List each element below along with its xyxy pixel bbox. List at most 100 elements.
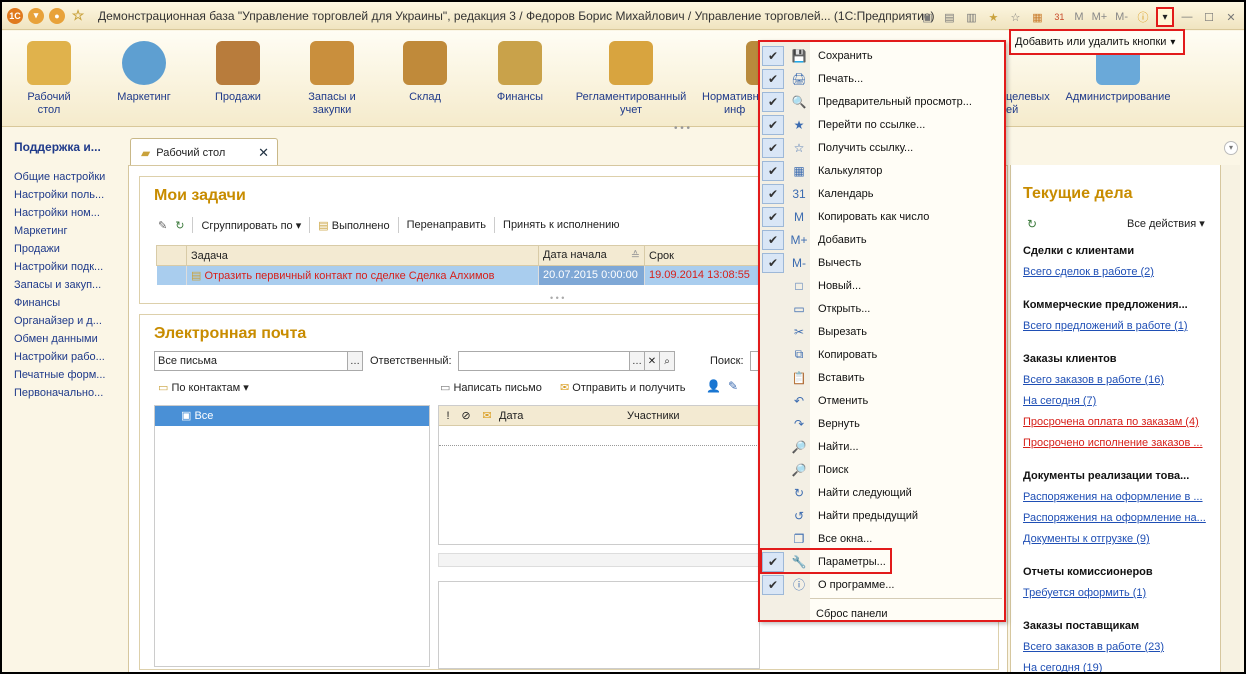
section-sales[interactable]: Продажи: [206, 41, 270, 104]
checkbox[interactable]: ✔: [762, 160, 784, 181]
menu-item[interactable]: 📋 Вставить: [760, 366, 1004, 389]
nav-item[interactable]: Печатные форм...: [6, 366, 118, 384]
checkbox[interactable]: ✔: [762, 229, 784, 250]
menu-item[interactable]: ✔ ▦ Калькулятор: [760, 159, 1004, 182]
responsible-field[interactable]: [458, 351, 630, 371]
minimize-button[interactable]: —: [1178, 8, 1196, 26]
sections-more-dots[interactable]: • • •: [674, 123, 690, 134]
menu-item[interactable]: 🔎 Найти...: [760, 435, 1004, 458]
menu-item[interactable]: ✔ 31 Календарь: [760, 182, 1004, 205]
maximize-button[interactable]: ☐: [1200, 8, 1218, 26]
menu-item[interactable]: ✔ M- Вычесть: [760, 251, 1004, 274]
collapse-icon[interactable]: ▾: [1224, 141, 1238, 155]
filter-select-button[interactable]: …: [347, 351, 363, 371]
memory-plus-button[interactable]: M+: [1092, 11, 1108, 23]
menu-item[interactable]: ✔ 🖨 Печать...: [760, 67, 1004, 90]
calendar-icon[interactable]: 31: [1050, 8, 1068, 26]
table-row[interactable]: ▤ Отразить первичный контакт по сделке С…: [156, 265, 760, 285]
checkbox[interactable]: [762, 483, 784, 503]
user-icon[interactable]: 👤: [706, 379, 721, 393]
current-link[interactable]: Распоряжения на оформление в ...: [1023, 491, 1203, 503]
menu-item-reset-panel[interactable]: Сброс панели: [760, 602, 1004, 625]
favorites-star-icon[interactable]: ☆: [70, 7, 86, 24]
column-participants[interactable]: Участники: [627, 410, 680, 422]
send-receive-button[interactable]: ✉ Отправить и получить: [560, 381, 685, 394]
close-icon[interactable]: ✕: [258, 145, 269, 161]
current-link[interactable]: На сегодня (19): [1023, 662, 1102, 672]
menu-item[interactable]: ✔ ☆ Получить ссылку...: [760, 136, 1004, 159]
attachment-icon[interactable]: ⊘: [457, 409, 475, 422]
calculator-icon[interactable]: ▦: [1028, 8, 1046, 26]
current-link[interactable]: Требуется оформить (1): [1023, 587, 1146, 599]
close-button[interactable]: ✕: [1222, 8, 1240, 26]
nav-item[interactable]: Общие настройки: [6, 168, 118, 186]
menu-item[interactable]: □ Новый...: [760, 274, 1004, 297]
column-due[interactable]: Срок: [644, 245, 760, 266]
menu-item[interactable]: ✔ ⓘ О программе...: [760, 573, 1004, 596]
menu-item[interactable]: ↻ Найти следующий: [760, 481, 1004, 504]
tab-desktop[interactable]: ▰ Рабочий стол ✕: [130, 138, 278, 166]
checkbox[interactable]: ✔: [762, 183, 784, 204]
nav-item[interactable]: Настройки ном...: [6, 204, 118, 222]
history-icon[interactable]: ●: [49, 7, 65, 24]
section-reference-info[interactable]: Нормативн инф: [702, 41, 758, 117]
section-regulated-accounting[interactable]: Регламентированный учет: [572, 41, 690, 117]
checkbox[interactable]: [762, 299, 784, 319]
menu-item[interactable]: ✔ 🔍 Предварительный просмотр...: [760, 90, 1004, 113]
by-contacts-button[interactable]: ▭ По контактам ▾: [158, 381, 249, 394]
print-icon[interactable]: ▤: [940, 8, 958, 26]
nav-item[interactable]: Настройки подк...: [6, 258, 118, 276]
checkbox[interactable]: [762, 414, 784, 434]
section-stock-purchases[interactable]: Запасы и закупки: [300, 41, 364, 117]
current-link[interactable]: Просрочена оплата по заказам (4): [1023, 416, 1199, 428]
app-logo-icon[interactable]: 1С: [7, 7, 23, 24]
memory-m-button[interactable]: M: [1074, 11, 1083, 23]
vertical-scrollbar[interactable]: ▾: [1220, 141, 1240, 672]
list-item[interactable]: [439, 426, 759, 446]
checkbox[interactable]: [762, 345, 784, 365]
section-finance[interactable]: Финансы: [488, 41, 552, 104]
nav-item[interactable]: Настройки рабо...: [6, 348, 118, 366]
main-menu-icon[interactable]: ▾: [28, 7, 44, 24]
nav-item[interactable]: Финансы: [6, 294, 118, 312]
nav-item[interactable]: Запасы и закуп...: [6, 276, 118, 294]
current-link[interactable]: Всего заказов в работе (16): [1023, 374, 1164, 386]
current-link[interactable]: Всего предложений в работе (1): [1023, 320, 1188, 332]
menu-item[interactable]: ✔ M Копировать как число: [760, 205, 1004, 228]
current-link[interactable]: Распоряжения на оформление на...: [1023, 512, 1206, 524]
section-marketing[interactable]: Маркетинг: [110, 41, 178, 104]
current-link[interactable]: Всего сделок в работе (2): [1023, 266, 1154, 278]
column-start-date[interactable]: Дата начала ≙: [538, 245, 645, 266]
current-link[interactable]: На сегодня (7): [1023, 395, 1096, 407]
panel-menu-button[interactable]: ▾: [1156, 7, 1174, 27]
menu-item[interactable]: ↺ Найти предыдущий: [760, 504, 1004, 527]
checkbox[interactable]: ✔: [762, 252, 784, 273]
checkbox[interactable]: ✔: [762, 91, 784, 112]
checkbox[interactable]: ✔: [762, 45, 784, 66]
save-icon[interactable]: ▣: [918, 8, 936, 26]
group-by-button[interactable]: Сгруппировать по ▾: [201, 219, 301, 232]
refresh-icon[interactable]: ↻: [175, 219, 184, 232]
preview-icon[interactable]: ▥: [962, 8, 980, 26]
checkbox[interactable]: ✔: [762, 114, 784, 135]
importance-icon[interactable]: !: [439, 410, 457, 422]
horizontal-scrollbar[interactable]: [438, 553, 760, 567]
nav-item[interactable]: Первоначально...: [6, 384, 118, 402]
current-link[interactable]: Всего заказов в работе (23): [1023, 641, 1164, 653]
current-link[interactable]: Просрочено исполнение заказов ...: [1023, 437, 1203, 449]
nav-item[interactable]: Продажи: [6, 240, 118, 258]
edit-icon[interactable]: ✎: [158, 219, 167, 232]
menu-item[interactable]: ▭ Открыть...: [760, 297, 1004, 320]
envelope-column-icon[interactable]: ✉: [475, 409, 499, 422]
accept-button[interactable]: Принять к исполнению: [503, 219, 619, 231]
checkbox[interactable]: [762, 460, 784, 480]
settings-icon[interactable]: ✎: [728, 379, 738, 393]
menu-item[interactable]: ✔ ★ Перейти по ссылке...: [760, 113, 1004, 136]
checkbox[interactable]: [762, 322, 784, 342]
refresh-icon[interactable]: ↻: [1027, 217, 1037, 231]
nav-item[interactable]: Обмен данными: [6, 330, 118, 348]
tree-item-all[interactable]: ▣ Все: [155, 406, 429, 426]
menu-item[interactable]: ✂ Вырезать: [760, 320, 1004, 343]
about-icon[interactable]: ⓘ: [1134, 8, 1152, 26]
nav-item[interactable]: Настройки поль...: [6, 186, 118, 204]
